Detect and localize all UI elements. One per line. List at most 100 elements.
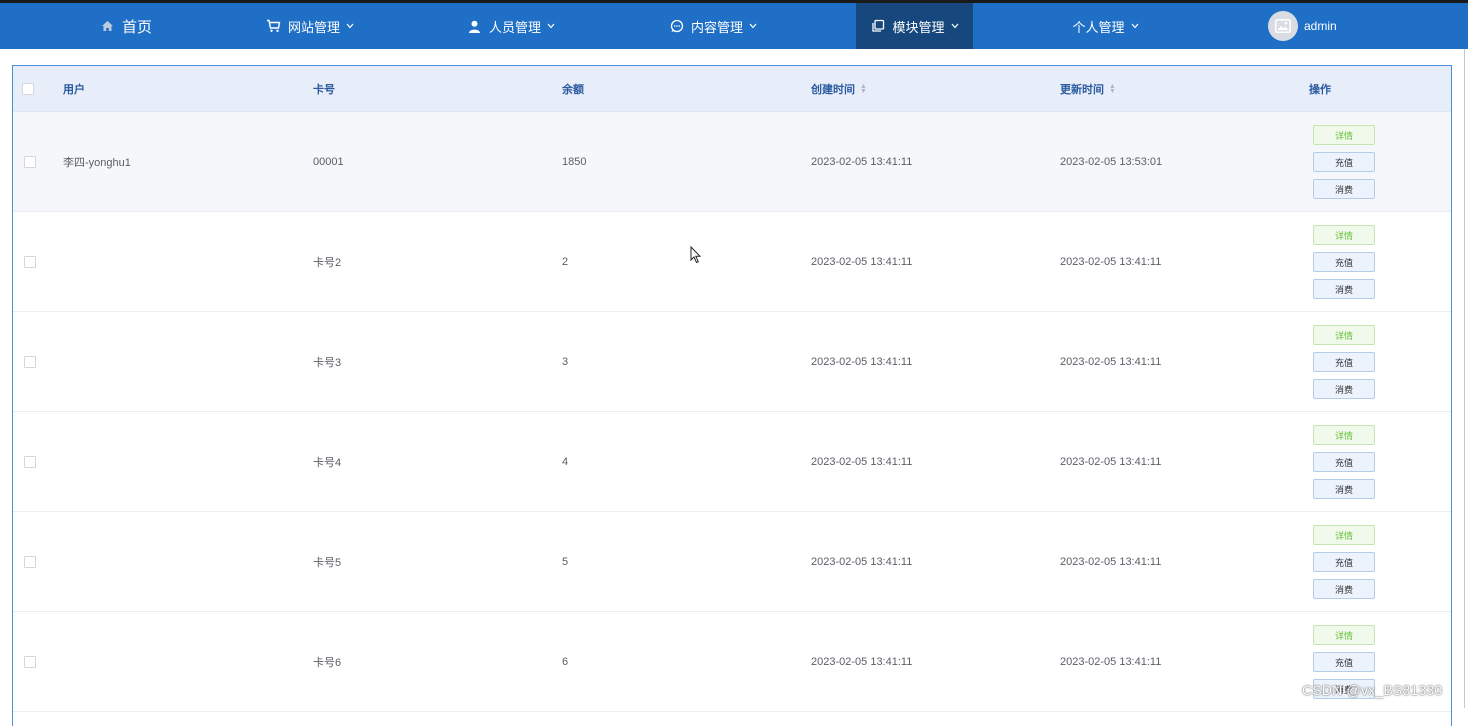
table-row: 卡号6 6 2023-02-05 13:41:11 2023-02-05 13:… [13,612,1451,712]
row-checkbox[interactable] [24,656,36,668]
row-actions: 详情 充值 消费 [1313,125,1375,206]
nav-content-management-label: 内容管理 [690,19,743,35]
recharge-button[interactable]: 充值 [1313,252,1375,272]
avatar[interactable] [1268,11,1298,41]
cell-balance: 5 [562,555,569,568]
cell-card: 卡号3 [313,356,342,369]
col-created-label: 创建时间 [811,83,855,96]
nav-module-management-label: 模块管理 [892,19,945,35]
cart-icon [266,18,282,34]
row-checkbox[interactable] [24,256,36,268]
consume-button[interactable]: 消费 [1313,579,1375,599]
cell-card: 卡号4 [313,456,342,469]
consume-button[interactable]: 消费 [1313,279,1375,299]
row-actions: 详情 充值 消费 [1313,225,1375,306]
chevron-down-icon [547,23,555,29]
cell-updated: 2023-02-05 13:41:11 [1060,355,1162,368]
table-header: 用户 卡号 余额 创建时间 ▲ ▼ 更新时间 ▲ ▼ 操作 [13,66,1451,112]
col-created[interactable]: 创建时间 ▲ ▼ [811,66,867,111]
cell-balance: 3 [562,355,569,368]
table-row: 卡号3 3 2023-02-05 13:41:11 2023-02-05 13:… [13,312,1451,412]
cell-balance: 1850 [562,155,587,168]
nav-home-label: 首页 [121,18,152,36]
image-icon [1275,19,1291,33]
detail-button[interactable]: 详情 [1313,525,1375,545]
select-all-checkbox[interactable] [22,83,34,95]
row-checkbox[interactable] [24,156,36,168]
cell-user: 李四-yonghu1 [63,156,131,169]
cell-created: 2023-02-05 13:41:11 [811,555,913,568]
card-table: 用户 卡号 余额 创建时间 ▲ ▼ 更新时间 ▲ ▼ 操作 李四-yonghu1 0… [12,65,1452,726]
col-updated-label: 更新时间 [1060,83,1104,96]
cell-balance: 6 [562,655,569,668]
table-row: 卡号5 5 2023-02-05 13:41:11 2023-02-05 13:… [13,512,1451,612]
chevron-down-icon [749,23,757,29]
row-checkbox[interactable] [24,556,36,568]
watermark: CSDN @vx_BS81330 [1302,682,1443,698]
detail-button[interactable]: 详情 [1313,625,1375,645]
table-row: 卡号2 2 2023-02-05 13:41:11 2023-02-05 13:… [13,212,1451,312]
cell-created: 2023-02-05 13:41:11 [811,255,913,268]
nav-module-management[interactable]: 模块管理 [856,3,973,49]
cell-updated: 2023-02-05 13:53:01 [1060,155,1163,168]
consume-button[interactable]: 消费 [1313,479,1375,499]
cell-created: 2023-02-05 13:41:11 [811,655,913,668]
recharge-button[interactable]: 充值 [1313,152,1375,172]
cell-card: 卡号5 [313,556,342,569]
cell-updated: 2023-02-05 13:41:11 [1060,655,1162,668]
detail-button[interactable]: 详情 [1313,325,1375,345]
chevron-down-icon [346,23,354,29]
nav-personal-management[interactable]: 个人管理 [1058,3,1153,49]
cell-created: 2023-02-05 13:41:11 [811,155,913,168]
col-updated[interactable]: 更新时间 ▲ ▼ [1060,66,1116,111]
nav-site-management[interactable]: 网站管理 [255,3,365,49]
cell-updated: 2023-02-05 13:41:11 [1060,255,1162,268]
recharge-button[interactable]: 充值 [1313,352,1375,372]
nav-people-management[interactable]: 人员管理 [455,3,567,49]
cell-balance: 2 [562,255,569,268]
cell-created: 2023-02-05 13:41:11 [811,355,913,368]
page-scrollbar[interactable] [1464,49,1465,708]
table-row: 李四-yonghu1 00001 1850 2023-02-05 13:41:1… [13,112,1451,212]
recharge-button[interactable]: 充值 [1313,452,1375,472]
col-user: 用户 [63,83,85,96]
col-balance: 余额 [562,83,584,96]
copy-icon [870,18,886,34]
recharge-button[interactable]: 充值 [1313,552,1375,572]
cell-balance: 4 [562,455,569,468]
col-ops: 操作 [1309,83,1331,96]
row-actions: 详情 充值 消费 [1313,325,1375,406]
nav-people-management-label: 人员管理 [488,19,541,35]
cell-created: 2023-02-05 13:41:11 [811,455,913,468]
cell-updated: 2023-02-05 13:41:11 [1060,555,1162,568]
consume-button[interactable]: 消费 [1313,379,1375,399]
row-actions: 详情 充值 消费 [1313,425,1375,506]
nav-personal-management-label: 个人管理 [1072,19,1125,35]
home-icon [100,18,116,34]
sort-icon[interactable]: ▲ ▼ [1109,83,1116,95]
row-actions: 详情 充值 消费 [1313,525,1375,606]
mouse-cursor-icon [690,245,702,269]
cell-updated: 2023-02-05 13:41:11 [1060,455,1162,468]
detail-button[interactable]: 详情 [1313,425,1375,445]
chevron-down-icon [951,23,959,29]
cell-card: 卡号2 [313,256,342,269]
detail-button[interactable]: 详情 [1313,125,1375,145]
chevron-down-icon [1131,23,1139,29]
detail-button[interactable]: 详情 [1313,225,1375,245]
col-card: 卡号 [313,83,335,96]
chat-icon [669,18,685,34]
nav-home[interactable]: 首页 [88,3,164,49]
sort-icon[interactable]: ▲ ▼ [860,83,867,95]
row-checkbox[interactable] [24,356,36,368]
cell-card: 00001 [313,155,344,168]
nav-content-management[interactable]: 内容管理 [656,3,770,49]
username[interactable]: admin [1304,3,1337,49]
table-row: 卡号4 4 2023-02-05 13:41:11 2023-02-05 13:… [13,412,1451,512]
cell-card: 卡号6 [313,656,342,669]
consume-button[interactable]: 消费 [1313,179,1375,199]
user-icon [467,18,483,34]
top-navbar: 首页 网站管理 人员管理 内容管理 模块管理 个人管理 [0,3,1468,49]
row-checkbox[interactable] [24,456,36,468]
recharge-button[interactable]: 充值 [1313,652,1375,672]
